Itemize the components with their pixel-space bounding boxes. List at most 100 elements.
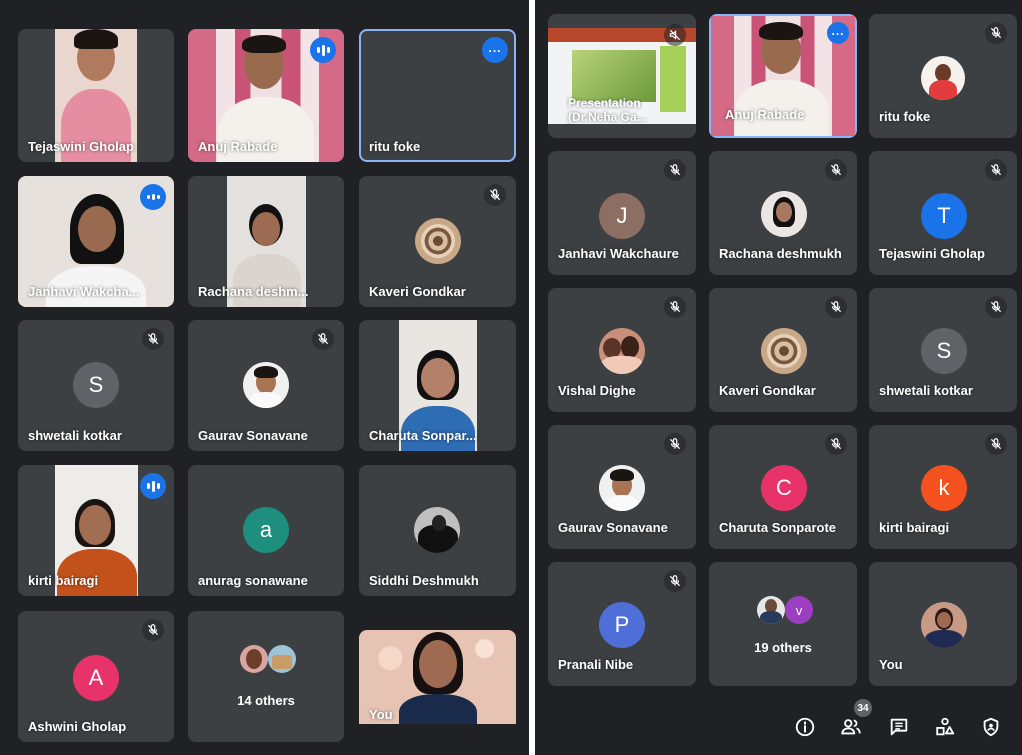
right-meeting-grid: Presentation (Dr.Neha Ga... ... Anuj Rab…	[535, 0, 1022, 755]
participant-name: ritu foke	[879, 109, 931, 124]
host-controls-icon[interactable]	[976, 712, 1006, 742]
mic-off-icon	[312, 328, 334, 350]
participant-tile-charuta[interactable]: C Charuta Sonparote	[709, 425, 857, 549]
avatar-initial: A	[73, 655, 119, 701]
avatar-initial: k	[921, 465, 967, 511]
others-tile[interactable]: 14 others	[188, 611, 344, 742]
people-icon[interactable]	[836, 712, 866, 742]
participant-name: Tejaswini Gholap	[28, 139, 134, 154]
participant-tile-kaveri[interactable]: Kaveri Gondkar	[709, 288, 857, 412]
left-meeting-grid: Tejaswini Gholap Anuj Rabade ... ritu fo…	[0, 0, 529, 755]
others-tile[interactable]: v 19 others	[709, 562, 857, 686]
participant-tile-ritu[interactable]: ... ritu foke	[359, 29, 516, 162]
avatar-initial: S	[73, 362, 119, 408]
avatar	[761, 328, 807, 374]
participant-name: Janhavi Wakchaure	[558, 246, 679, 261]
avatar-initial: v	[785, 596, 813, 624]
participant-tile-anuj[interactable]: ... Anuj Rabade	[709, 14, 857, 138]
participant-name: Siddhi Deshmukh	[369, 573, 479, 588]
participant-tile-janhavi[interactable]: J Janhavi Wakchaure	[548, 151, 696, 275]
avatar	[757, 596, 785, 624]
mic-off-icon	[142, 328, 164, 350]
self-tile[interactable]: You	[359, 630, 516, 724]
mic-off-icon	[985, 433, 1007, 455]
participant-tile-anurag[interactable]: a anurag sonawane	[188, 465, 344, 596]
participant-tile-rachana[interactable]: Rachana deshmukh	[709, 151, 857, 275]
avatar	[921, 602, 967, 648]
activities-icon[interactable]	[930, 712, 960, 742]
presentation-tile[interactable]: Presentation (Dr.Neha Ga...	[548, 14, 696, 138]
avatar	[599, 328, 645, 374]
audio-level-icon	[140, 184, 166, 210]
participant-name: kirti bairagi	[879, 520, 950, 535]
mic-off-icon	[664, 24, 686, 46]
avatar-initial: T	[921, 193, 967, 239]
participant-name: Kaveri Gondkar	[369, 284, 466, 299]
participant-name: Rachana deshmukh	[719, 246, 842, 261]
mic-off-icon	[664, 433, 686, 455]
self-tile[interactable]: You	[869, 562, 1017, 686]
participant-name: shwetali kotkar	[879, 383, 973, 398]
more-options-icon[interactable]: ...	[827, 22, 849, 44]
participant-tile-shwetali[interactable]: S shwetali kotkar	[869, 288, 1017, 412]
participant-name: ritu foke	[369, 139, 421, 154]
avatar-initial: J	[599, 193, 645, 239]
info-icon[interactable]	[790, 712, 820, 742]
others-count-label: 14 others	[237, 693, 295, 708]
participant-tile-janhavi[interactable]: Janhavi Wakcha...	[18, 176, 174, 307]
participant-name: You	[879, 657, 903, 672]
participant-tile-anuj[interactable]: Anuj Rabade	[188, 29, 344, 162]
presentation-label: Presentation (Dr.Neha Ga...	[568, 96, 647, 124]
mic-off-icon	[825, 296, 847, 318]
avatar	[599, 465, 645, 511]
audio-level-icon	[140, 473, 166, 499]
avatar-initial: C	[761, 465, 807, 511]
meeting-toolbar	[780, 712, 1012, 746]
participant-name: Charuta Sonpar...	[369, 428, 477, 443]
avatar	[240, 645, 268, 673]
avatar-initial: S	[921, 328, 967, 374]
participant-name: Anuj Rabade	[198, 139, 278, 154]
participant-tile-tejaswini[interactable]: T Tejaswini Gholap	[869, 151, 1017, 275]
mic-off-icon	[825, 159, 847, 181]
more-options-icon[interactable]: ...	[482, 37, 508, 63]
participant-tile-kirti[interactable]: kirti bairagi	[18, 465, 174, 596]
mic-off-icon	[664, 570, 686, 592]
participant-tile-gaurav[interactable]: Gaurav Sonavane	[548, 425, 696, 549]
participant-tile-tejaswini[interactable]: Tejaswini Gholap	[18, 29, 174, 162]
participant-tile-rachana[interactable]: Rachana deshm...	[188, 176, 344, 307]
mic-off-icon	[664, 159, 686, 181]
participant-tile-ritu[interactable]: ritu foke	[869, 14, 1017, 138]
participant-name: anurag sonawane	[198, 573, 308, 588]
participant-tile-vishal[interactable]: Vishal Dighe	[548, 288, 696, 412]
participant-name: Ashwini Gholap	[28, 719, 127, 734]
mic-off-icon	[985, 159, 1007, 181]
participant-tile-pranali[interactable]: P Pranali Nibe	[548, 562, 696, 686]
mic-off-icon	[142, 619, 164, 641]
participant-tile-shwetali[interactable]: S shwetali kotkar	[18, 320, 174, 451]
mic-off-icon	[664, 296, 686, 318]
audio-level-icon	[310, 37, 336, 63]
mic-off-icon	[825, 433, 847, 455]
participant-tile-kaveri[interactable]: Kaveri Gondkar	[359, 176, 516, 307]
participant-name: Vishal Dighe	[558, 383, 636, 398]
participant-tile-gaurav[interactable]: Gaurav Sonavane	[188, 320, 344, 451]
avatar	[414, 507, 460, 553]
avatar	[415, 218, 461, 264]
participant-name: shwetali kotkar	[28, 428, 122, 443]
participant-tile-charuta[interactable]: Charuta Sonpar...	[359, 320, 516, 451]
mic-off-icon	[985, 22, 1007, 44]
participant-tile-siddhi[interactable]: Siddhi Deshmukh	[359, 465, 516, 596]
participant-tile-kirti[interactable]: k kirti bairagi	[869, 425, 1017, 549]
chat-icon[interactable]	[884, 712, 914, 742]
participant-name: Anuj Rabade	[725, 107, 805, 122]
avatar	[761, 191, 807, 237]
participant-name: You	[369, 707, 393, 722]
participant-tile-ashwini[interactable]: A Ashwini Gholap	[18, 611, 174, 742]
participant-name: kirti bairagi	[28, 573, 99, 588]
avatar	[243, 362, 289, 408]
participant-name: Charuta Sonparote	[719, 520, 837, 535]
participant-name: Rachana deshm...	[198, 284, 309, 299]
participant-name: Gaurav Sonavane	[198, 428, 308, 443]
mic-off-icon	[484, 184, 506, 206]
